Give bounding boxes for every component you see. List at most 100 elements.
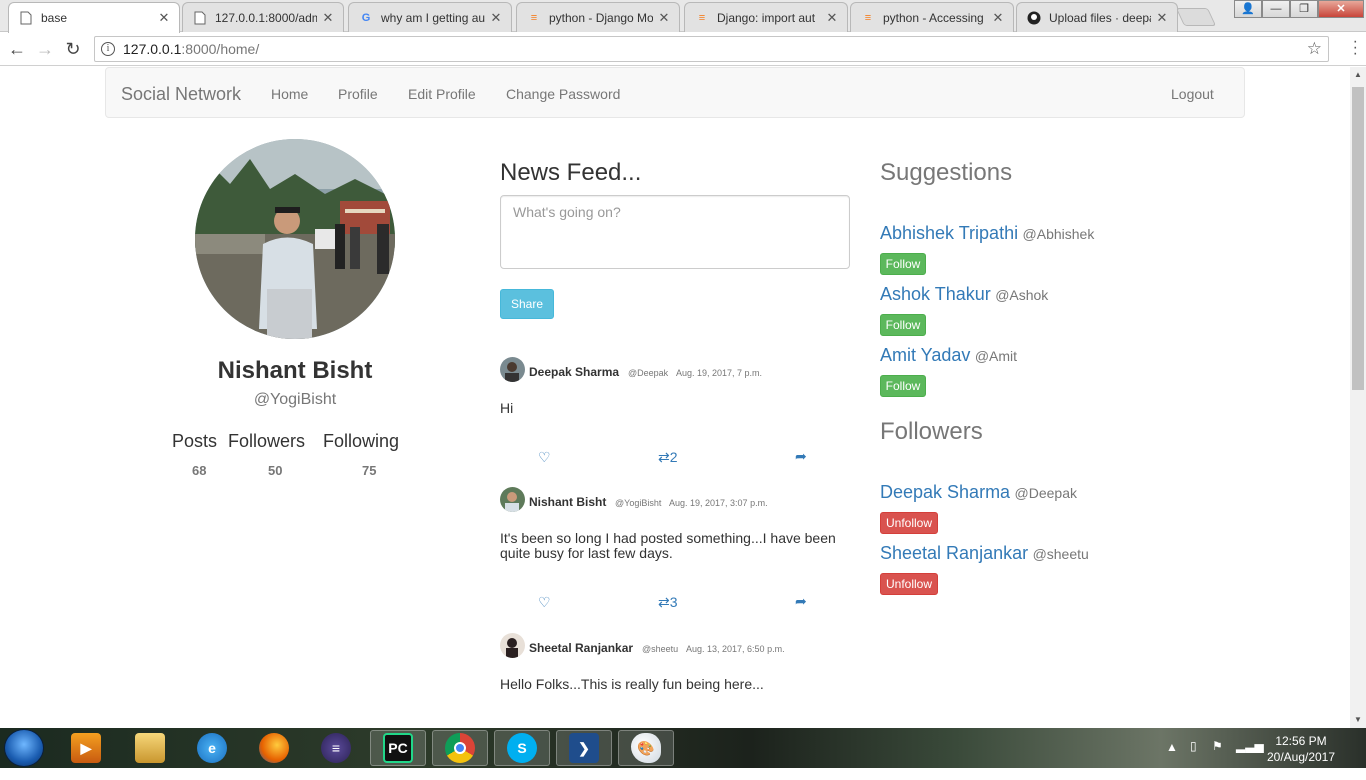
share-arrow-icon[interactable]: ➦ xyxy=(795,593,807,610)
close-tab-icon[interactable]: ✕ xyxy=(825,10,839,26)
document-icon xyxy=(193,11,207,25)
taskbar-pycharm[interactable]: PC xyxy=(370,730,426,766)
media-player-icon: ▶ xyxy=(71,733,101,763)
browser-toolbar: ← → ↻ i 127.0.0.1:8000/home/ ☆ · · · xyxy=(0,32,1366,66)
post-textarea[interactable] xyxy=(500,195,850,269)
close-window-button[interactable]: ✕ xyxy=(1318,0,1364,18)
post-author[interactable]: Nishant Bisht xyxy=(529,495,606,509)
maximize-button[interactable]: ❐ xyxy=(1290,0,1318,18)
scroll-up-icon[interactable]: ▲ xyxy=(1350,67,1366,83)
pycharm-icon: PC xyxy=(383,733,413,763)
author-avatar[interactable] xyxy=(500,357,525,382)
tab-admin[interactable]: 127.0.0.1:8000/admi ✕ xyxy=(182,2,344,32)
taskbar-ie[interactable]: e xyxy=(184,730,240,766)
nav-profile[interactable]: Profile xyxy=(338,86,378,102)
retweet-button[interactable]: ⇄3 xyxy=(658,594,678,611)
info-icon[interactable]: i xyxy=(101,42,115,56)
taskbar-media-player[interactable]: ▶ xyxy=(58,730,114,766)
scroll-down-icon[interactable]: ▼ xyxy=(1350,712,1366,728)
like-icon[interactable]: ♡ xyxy=(538,449,551,466)
post-author[interactable]: Sheetal Ranjankar xyxy=(529,641,633,655)
taskbar-powershell[interactable]: ❯ xyxy=(556,730,612,766)
nav-change-password[interactable]: Change Password xyxy=(506,86,620,102)
internet-explorer-icon: e xyxy=(197,733,227,763)
minimize-button[interactable]: — xyxy=(1262,0,1290,18)
scrollbar-thumb[interactable] xyxy=(1352,87,1364,390)
suggestion-handle: @Ashok xyxy=(995,287,1049,303)
brand-link[interactable]: Social Network xyxy=(121,84,241,105)
follower-name[interactable]: Sheetal Ranjankar xyxy=(880,543,1028,563)
back-icon[interactable]: ← xyxy=(6,38,28,60)
news-feed-title: News Feed... xyxy=(500,159,642,186)
stat-posts-label: Posts xyxy=(172,431,218,451)
show-hidden-icons[interactable]: ▲ xyxy=(1166,740,1178,780)
follow-button[interactable]: Follow xyxy=(880,253,926,275)
paint-icon: 🎨 xyxy=(631,733,661,763)
tab-stackoverflow-3[interactable]: ≡ python - Accessing ✕ xyxy=(850,2,1014,32)
suggestion-handle: @Amit xyxy=(974,348,1018,364)
nav-logout[interactable]: Logout xyxy=(1171,86,1214,102)
taskbar-explorer[interactable] xyxy=(122,730,178,766)
start-button[interactable] xyxy=(4,729,44,767)
follower-name[interactable]: Deepak Sharma xyxy=(880,482,1010,502)
close-tab-icon[interactable]: ✕ xyxy=(321,10,335,26)
profile-handle: @YogiBisht xyxy=(253,391,337,408)
taskbar-eclipse[interactable]: ≡ xyxy=(308,730,364,766)
close-tab-icon[interactable]: ✕ xyxy=(991,10,1005,26)
retweet-button[interactable]: ⇄2 xyxy=(658,449,678,466)
action-center-flag-icon[interactable]: ⚑ xyxy=(1212,739,1223,779)
unfollow-button[interactable]: Unfollow xyxy=(880,573,938,595)
share-button[interactable]: Share xyxy=(500,289,554,319)
share-arrow-icon[interactable]: ➦ xyxy=(795,448,807,465)
close-tab-icon[interactable]: ✕ xyxy=(489,10,503,26)
suggestion-name[interactable]: Abhishek Tripathi xyxy=(880,223,1018,243)
address-bar[interactable]: i 127.0.0.1:8000/home/ ☆ xyxy=(94,36,1329,62)
bookmark-star-icon[interactable]: ☆ xyxy=(1307,39,1322,59)
like-icon[interactable]: ♡ xyxy=(538,594,551,611)
post-handle: @YogiBisht xyxy=(615,498,662,508)
tab-google[interactable]: G why am I getting au ✕ xyxy=(348,2,512,32)
tab-base[interactable]: base ✕ xyxy=(8,2,180,33)
taskbar-skype[interactable]: S xyxy=(494,730,550,766)
suggestion-name[interactable]: Amit Yadav xyxy=(880,345,970,365)
forward-icon[interactable]: → xyxy=(34,38,56,60)
follower-handle: @sheetu xyxy=(1032,546,1089,562)
close-tab-icon[interactable]: ✕ xyxy=(1155,10,1169,26)
close-tab-icon[interactable]: ✕ xyxy=(657,10,671,26)
close-tab-icon[interactable]: ✕ xyxy=(157,10,171,26)
post-author[interactable]: Deepak Sharma xyxy=(529,365,619,379)
user-icon[interactable]: 👤 xyxy=(1234,0,1262,18)
follow-button[interactable]: Follow xyxy=(880,375,926,397)
chrome-menu-icon[interactable]: · · · xyxy=(1353,34,1358,62)
taskbar-chrome[interactable] xyxy=(432,730,488,766)
post-body: It's been so long I had posted something… xyxy=(500,530,836,561)
taskbar-firefox[interactable] xyxy=(246,730,302,766)
nav-home[interactable]: Home xyxy=(271,86,308,102)
network-signal-icon[interactable]: ▂▃▅ xyxy=(1236,739,1264,779)
clock-time: 12:56 PM xyxy=(1275,734,1327,748)
skype-icon: S xyxy=(507,733,537,763)
browser-tab-strip: base ✕ 127.0.0.1:8000/admi ✕ G why am I … xyxy=(0,0,1366,33)
post-body: Hello Folks...This is really fun being h… xyxy=(500,676,764,692)
reload-icon[interactable]: ↻ xyxy=(62,38,84,60)
chrome-icon xyxy=(445,733,475,763)
tab-github[interactable]: Upload files · deepa ✕ xyxy=(1016,2,1178,32)
tab-stackoverflow-1[interactable]: ≡ python - Django Mo ✕ xyxy=(516,2,680,32)
tab-stackoverflow-2[interactable]: ≡ Django: import aut ✕ xyxy=(684,2,848,32)
new-tab-button[interactable] xyxy=(1175,8,1217,26)
window-controls: 👤 — ❐ ✕ xyxy=(1234,0,1364,18)
system-clock[interactable]: 12:56 PM 20/Aug/2017 xyxy=(1262,733,1340,765)
nav-edit-profile[interactable]: Edit Profile xyxy=(408,86,476,102)
retweet-count: 3 xyxy=(669,594,678,610)
unfollow-button[interactable]: Unfollow xyxy=(880,512,938,534)
follow-button[interactable]: Follow xyxy=(880,314,926,336)
suggestion-item: Abhishek Tripathi @Abhishek xyxy=(880,223,1094,244)
taskbar-paint[interactable]: 🎨 xyxy=(618,730,674,766)
page-scrollbar[interactable]: ▲ ▼ xyxy=(1350,67,1366,728)
author-avatar[interactable] xyxy=(500,633,525,658)
suggestion-name[interactable]: Ashok Thakur xyxy=(880,284,991,304)
device-icon[interactable]: ▯ xyxy=(1190,739,1197,779)
tab-title: python - Django Mo xyxy=(549,10,653,25)
author-avatar[interactable] xyxy=(500,487,525,512)
eclipse-icon: ≡ xyxy=(321,733,351,763)
